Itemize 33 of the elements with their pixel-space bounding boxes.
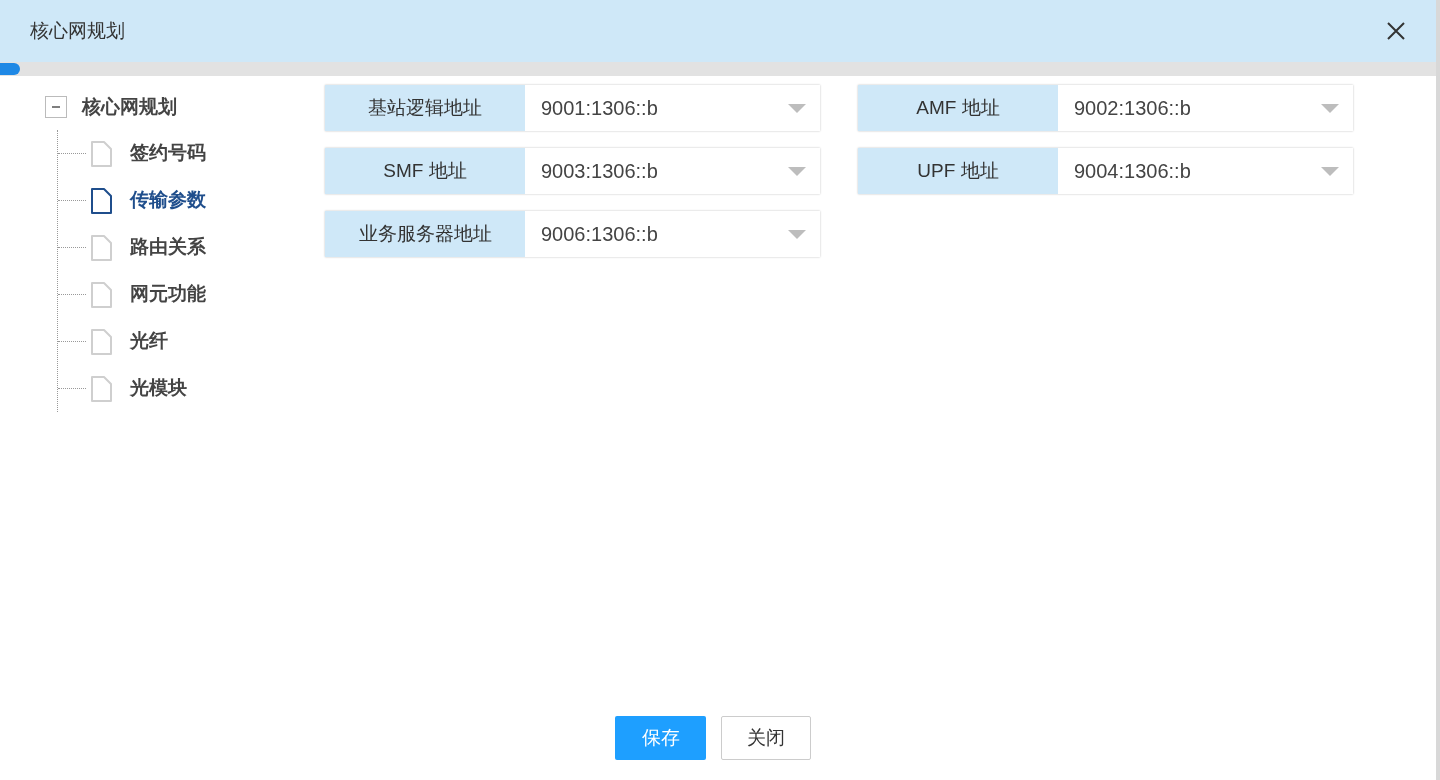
field-label: SMF 地址 [325, 148, 525, 194]
tree-item[interactable]: 光纤 [130, 327, 168, 356]
tree-root-label[interactable]: 核心网规划 [82, 92, 177, 122]
tree-item[interactable]: 光模块 [130, 374, 187, 403]
document-icon [90, 140, 112, 167]
dropdown-caret-icon [1321, 166, 1339, 176]
document-icon [90, 328, 112, 355]
close-button[interactable]: 关闭 [721, 716, 811, 760]
tree-item[interactable]: 签约号码 [130, 139, 206, 168]
select-field[interactable]: 9006:1306::b [525, 211, 820, 257]
dropdown-caret-icon [1321, 103, 1339, 113]
document-icon [90, 234, 112, 261]
dialog-title: 核心网规划 [30, 18, 125, 43]
select-field[interactable]: 9004:1306::b [1058, 148, 1353, 194]
select-field[interactable]: 9001:1306::b [525, 85, 820, 131]
dropdown-caret-icon [788, 229, 806, 239]
field-label: 业务服务器地址 [325, 211, 525, 257]
field-label: UPF 地址 [858, 148, 1058, 194]
horizontal-scrollbar[interactable] [0, 62, 1436, 76]
select-field[interactable]: 9003:1306::b [525, 148, 820, 194]
document-icon [90, 187, 112, 214]
select-field[interactable]: 9002:1306::b [1058, 85, 1353, 131]
dropdown-caret-icon [788, 166, 806, 176]
document-icon [90, 281, 112, 308]
document-icon [90, 375, 112, 402]
field-label: AMF 地址 [858, 85, 1058, 131]
tree-item[interactable]: 传输参数 [130, 186, 206, 215]
collapse-toggle[interactable] [45, 96, 67, 118]
field-label: 基站逻辑地址 [325, 85, 525, 131]
scrollbar-thumb[interactable] [0, 63, 20, 75]
dropdown-caret-icon [788, 103, 806, 113]
tree-item[interactable]: 路由关系 [130, 233, 206, 262]
tree-item[interactable]: 网元功能 [130, 280, 206, 309]
